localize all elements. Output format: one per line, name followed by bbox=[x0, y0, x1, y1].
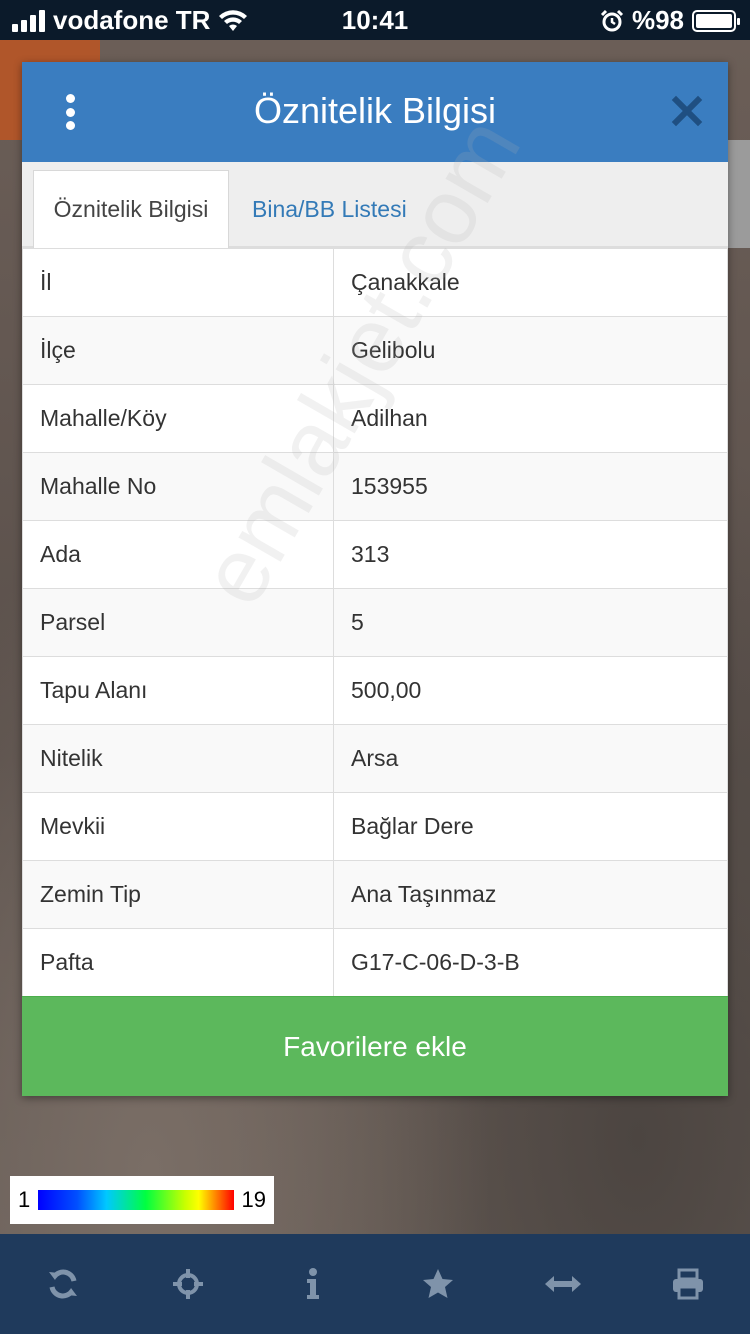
alarm-icon bbox=[600, 9, 624, 31]
star-icon bbox=[422, 1269, 453, 1298]
attribute-value: G17-C-06-D-3-B bbox=[333, 928, 728, 997]
table-row: Nitelik Arsa bbox=[22, 724, 728, 793]
table-row: İlçe Gelibolu bbox=[22, 316, 728, 385]
print-icon bbox=[672, 1268, 703, 1300]
measure-button[interactable] bbox=[533, 1254, 593, 1314]
table-row: Tapu Alanı 500,00 bbox=[22, 656, 728, 725]
info-button[interactable] bbox=[283, 1254, 343, 1314]
refresh-button[interactable] bbox=[33, 1254, 93, 1314]
attribute-value: Çanakkale bbox=[333, 248, 728, 317]
table-row: Ada 313 bbox=[22, 520, 728, 589]
attribute-value: 313 bbox=[333, 520, 728, 589]
attribute-key: Parsel bbox=[22, 588, 334, 657]
legend-min: 1 bbox=[18, 1187, 31, 1212]
favorites-button[interactable] bbox=[408, 1254, 468, 1314]
table-row: Mahalle No 153955 bbox=[22, 452, 728, 521]
status-right: %98 bbox=[600, 5, 740, 36]
battery-icon bbox=[692, 9, 740, 32]
bottom-toolbar bbox=[0, 1234, 750, 1334]
attribute-key: Ada bbox=[22, 520, 334, 589]
table-row: Zemin Tip Ana Taşınmaz bbox=[22, 860, 728, 929]
attribute-dialog: Öznitelik Bilgisi Öznitelik Bilgisi Bina… bbox=[22, 62, 728, 1096]
dialog-header: Öznitelik Bilgisi bbox=[22, 62, 728, 162]
attribute-key: Pafta bbox=[22, 928, 334, 997]
attribute-key: Mahalle No bbox=[22, 452, 334, 521]
attribute-value: Ana Taşınmaz bbox=[333, 860, 728, 929]
table-row: Mevkii Bağlar Dere bbox=[22, 792, 728, 861]
tab-bar: Öznitelik Bilgisi Bina/BB Listesi bbox=[22, 162, 728, 248]
crosshairs-icon bbox=[172, 1269, 203, 1299]
status-bar: vodafone TR 10:41 %98 bbox=[0, 0, 750, 40]
attribute-value: Gelibolu bbox=[333, 316, 728, 385]
attribute-key: Mevkii bbox=[22, 792, 334, 861]
tab-attribute-info[interactable]: Öznitelik Bilgisi bbox=[33, 170, 229, 248]
attribute-value: 153955 bbox=[333, 452, 728, 521]
attribute-key: Tapu Alanı bbox=[22, 656, 334, 725]
refresh-icon bbox=[48, 1269, 77, 1299]
table-row: İl Çanakkale bbox=[22, 248, 728, 317]
table-row: Pafta G17-C-06-D-3-B bbox=[22, 928, 728, 997]
info-icon bbox=[306, 1268, 319, 1299]
locate-button[interactable] bbox=[158, 1254, 218, 1314]
attribute-value: Adilhan bbox=[333, 384, 728, 453]
legend-max: 19 bbox=[241, 1187, 266, 1212]
print-button[interactable] bbox=[658, 1254, 718, 1314]
dialog-title: Öznitelik Bilgisi bbox=[253, 90, 497, 131]
attribute-value: 500,00 bbox=[333, 656, 728, 725]
table-row: Mahalle/Köy Adilhan bbox=[22, 384, 728, 453]
attribute-key: İlçe bbox=[22, 316, 334, 385]
attribute-table: İl Çanakkale İlçe Gelibolu Mahalle/Köy Adil… bbox=[22, 248, 728, 997]
attribute-key: Mahalle/Köy bbox=[22, 384, 334, 453]
table-row: Parsel 5 bbox=[22, 588, 728, 657]
add-to-favorites-button[interactable]: Favorilere ekle bbox=[22, 996, 728, 1096]
attribute-key: İl bbox=[22, 248, 334, 317]
tab-building-list[interactable]: Bina/BB Listesi bbox=[234, 170, 425, 248]
attribute-value: Arsa bbox=[333, 724, 728, 793]
map-feature bbox=[728, 140, 750, 248]
legend-gradient bbox=[38, 1190, 234, 1210]
attribute-value: 5 bbox=[333, 588, 728, 657]
attribute-key: Zemin Tip bbox=[22, 860, 334, 929]
close-icon[interactable] bbox=[670, 94, 704, 128]
color-legend: 1 19 bbox=[10, 1176, 274, 1224]
battery-percent: %98 bbox=[631, 5, 684, 35]
attribute-key: Nitelik bbox=[22, 724, 334, 793]
attribute-value: Bağlar Dere bbox=[333, 792, 728, 861]
measure-icon bbox=[544, 1276, 581, 1292]
